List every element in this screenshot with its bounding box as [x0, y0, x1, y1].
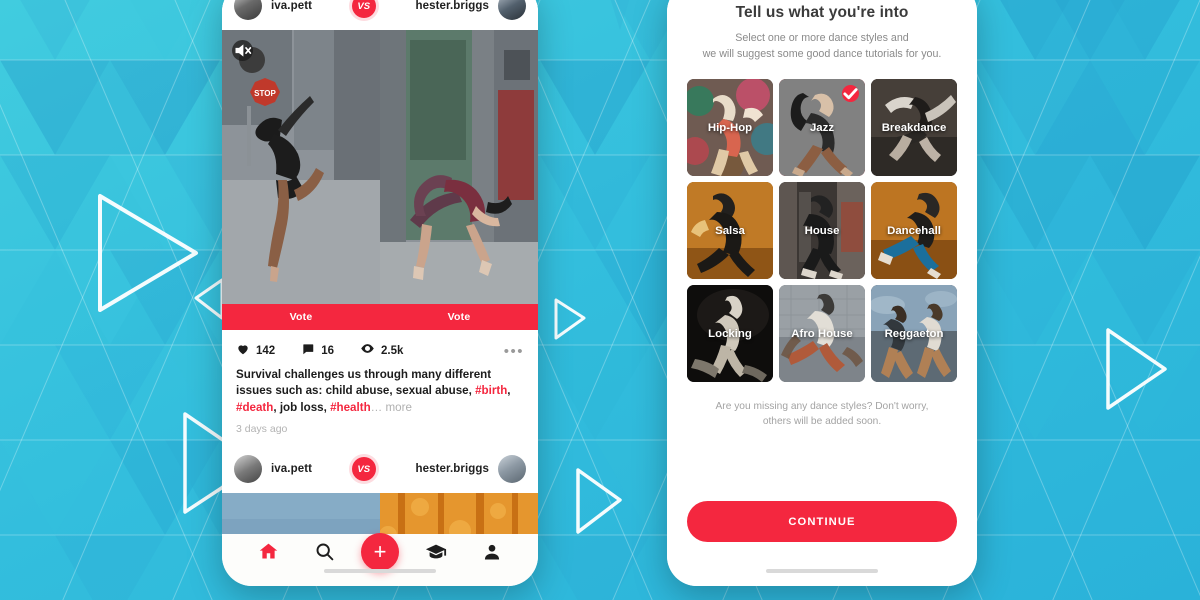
page-subtitle: Select one or more dance styles and we w…: [687, 31, 957, 62]
plus-icon[interactable]: +: [361, 533, 399, 571]
home-indicator: [324, 569, 436, 573]
comment-icon: [301, 342, 315, 361]
search-icon: [314, 541, 335, 567]
post-one-stats: 142 16 2.5k •••: [222, 330, 538, 367]
caption-text-2: , job loss,: [273, 400, 331, 414]
post-two-media-right[interactable]: [380, 493, 538, 534]
dance-tile-label: Dancehall: [887, 224, 941, 237]
views-stat: 2.5k: [360, 341, 403, 361]
home-indicator: [766, 569, 878, 573]
likes-stat[interactable]: 142: [236, 342, 275, 361]
media-left-dancer-street-rain[interactable]: STOP: [222, 30, 380, 304]
vs-badge: VS: [351, 457, 376, 482]
home-icon: [258, 541, 279, 567]
footer-line-1: Are you missing any dance styles? Don't …: [715, 401, 929, 413]
post-two-media[interactable]: [222, 493, 538, 534]
dance-tile-hip-hop[interactable]: Hip-Hop: [687, 79, 773, 177]
post-two-user-right[interactable]: hester.briggs: [415, 455, 526, 484]
vs-badge: VS: [351, 0, 376, 18]
nav-home[interactable]: [248, 537, 288, 571]
vote-button-right[interactable]: Vote: [380, 304, 538, 330]
avatar[interactable]: [498, 455, 526, 484]
nav-profile[interactable]: [472, 537, 512, 571]
dance-tile-label: Afro House: [791, 327, 853, 340]
avatar[interactable]: [498, 0, 526, 20]
graduation-cap-icon: [425, 541, 447, 568]
page-title: Tell us what you're into: [735, 4, 909, 21]
post-one-user-left[interactable]: iva.pett: [234, 0, 312, 20]
views-count: 2.5k: [380, 345, 404, 357]
subtitle-line-2: we will suggest some good dance tutorial…: [702, 47, 942, 60]
caption-text-1: Survival challenges us through many diff…: [236, 368, 492, 398]
dance-tile-label: Hip-Hop: [707, 121, 753, 134]
dance-tile-dancehall[interactable]: Dancehall: [871, 182, 957, 280]
post-two-header: iva.pett VS hester.briggs: [222, 445, 538, 494]
username-left[interactable]: iva.pett: [271, 463, 312, 475]
hashtag-death[interactable]: #death: [236, 401, 273, 414]
onboarding-screen: Tell us what you're into Select one or m…: [667, 0, 977, 586]
phone-left-feed: iva.pett VS hester.briggs STOP Vote Vote…: [222, 0, 538, 586]
heart-icon: [236, 342, 250, 361]
nav-learn[interactable]: [416, 537, 456, 571]
continue-button[interactable]: CONTINUE: [687, 501, 957, 542]
dance-tile-label: Salsa: [715, 224, 745, 237]
dance-style-grid: Hip-Hop Jazz Breakdance Salsa House Danc…: [687, 79, 957, 383]
dance-tile-label: Jazz: [809, 121, 835, 134]
nav-search[interactable]: [304, 537, 344, 571]
ellipsis-icon[interactable]: •••: [504, 344, 524, 359]
post-two-media-left[interactable]: [222, 493, 380, 534]
check-icon: [842, 85, 859, 103]
dance-tile-label: Locking: [708, 327, 752, 340]
dance-tile-jazz[interactable]: Jazz: [779, 79, 865, 177]
media-right-dancer-storefront[interactable]: [380, 30, 538, 304]
dance-tile-reggaeton[interactable]: Reggaeton: [871, 285, 957, 383]
vote-bar: Vote Vote: [222, 304, 538, 330]
subtitle-line-1: Select one or more dance styles and: [735, 32, 909, 44]
comments-count: 16: [321, 345, 334, 357]
svg-text:STOP: STOP: [254, 89, 276, 98]
username-left[interactable]: iva.pett: [271, 0, 312, 12]
avatar[interactable]: [234, 455, 262, 484]
avatar[interactable]: [234, 0, 262, 20]
dance-tile-salsa[interactable]: Salsa: [687, 182, 773, 280]
screenshot-stage: iva.pett VS hester.briggs STOP Vote Vote…: [0, 0, 1200, 600]
dance-tile-label: Breakdance: [881, 121, 947, 134]
post-one-timestamp: 3 days ago: [236, 423, 288, 436]
battle-media[interactable]: STOP: [222, 30, 538, 304]
hashtag-birth[interactable]: #birth: [475, 384, 507, 397]
post-one-caption: Survival challenges us through many diff…: [222, 367, 538, 416]
phone-right-onboarding: Tell us what you're into Select one or m…: [667, 0, 977, 586]
vote-button-left[interactable]: Vote: [222, 304, 380, 330]
bottom-navigation-bar: +: [222, 533, 538, 586]
dance-tile-label: Reggaeton: [884, 327, 944, 340]
dance-tile-locking[interactable]: Locking: [687, 285, 773, 383]
comments-stat[interactable]: 16: [301, 342, 334, 361]
post-one-header: iva.pett VS hester.briggs: [222, 0, 538, 30]
likes-count: 142: [256, 345, 276, 357]
onboarding-footer-note: Are you missing any dance styles? Don't …: [687, 400, 957, 430]
footer-line-2: others will be added soon.: [762, 415, 882, 427]
post-one-user-right[interactable]: hester.briggs: [415, 0, 526, 20]
dance-tile-afro-house[interactable]: Afro House: [779, 285, 865, 383]
username-right[interactable]: hester.briggs: [415, 0, 489, 12]
username-right[interactable]: hester.briggs: [415, 463, 489, 475]
dance-tile-house[interactable]: House: [779, 182, 865, 280]
feed-scroll-area[interactable]: iva.pett VS hester.briggs STOP Vote Vote…: [222, 0, 538, 534]
background-triangle-mosaic: [0, 0, 1200, 600]
hashtag-health[interactable]: #health: [330, 401, 371, 414]
dance-tile-breakdance[interactable]: Breakdance: [871, 79, 957, 177]
person-icon: [482, 542, 502, 567]
caption-sep-1: ,: [507, 384, 511, 398]
eye-icon: [360, 341, 375, 361]
dance-tile-label: House: [804, 224, 840, 237]
caption-more-link[interactable]: more: [386, 401, 412, 414]
nav-create[interactable]: +: [360, 533, 400, 571]
caption-ellipsis: …: [370, 400, 386, 414]
speaker-mute-icon[interactable]: [232, 40, 253, 61]
post-two-user-left[interactable]: iva.pett: [234, 455, 312, 484]
